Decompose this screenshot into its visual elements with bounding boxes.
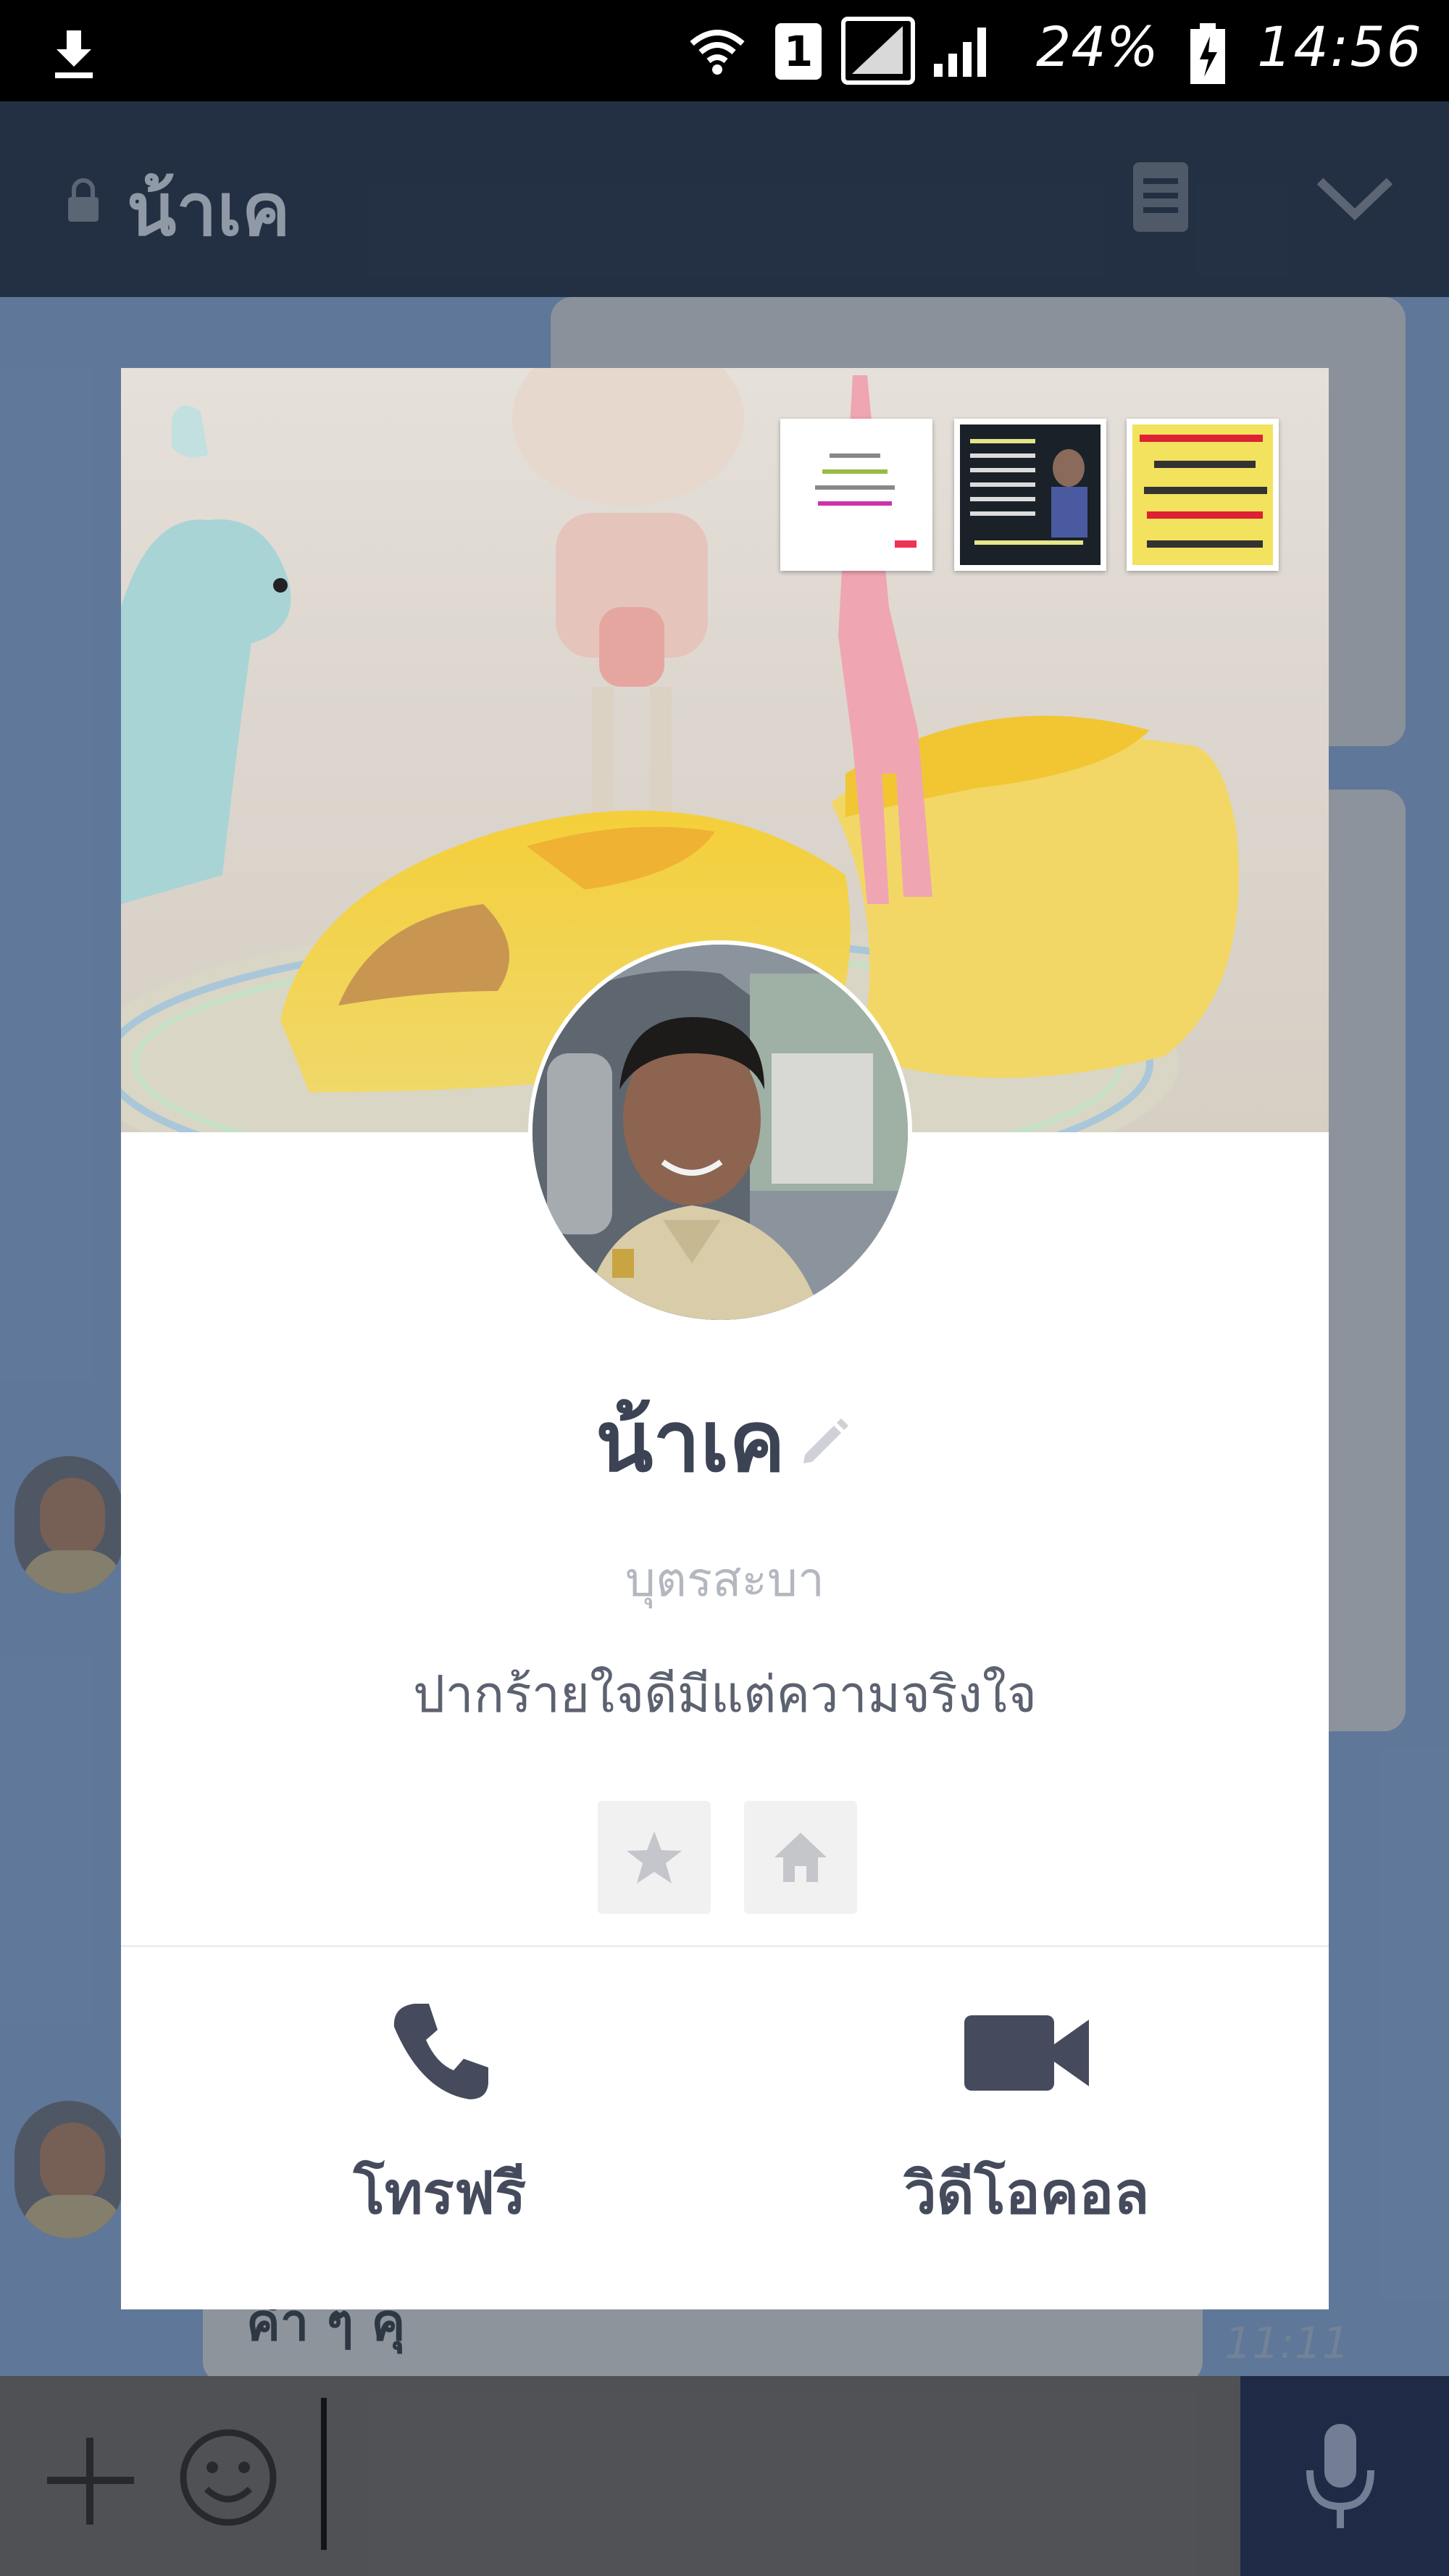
home-icon xyxy=(774,1833,827,1882)
battery-percent: 24% xyxy=(1036,14,1158,79)
profile-name: น้าเค xyxy=(596,1393,785,1491)
star-icon xyxy=(627,1831,682,1883)
battery-charging-icon xyxy=(1190,23,1225,84)
wifi-icon xyxy=(690,30,745,75)
profile-bio: ปากร้ายใจดีมีแต่ความจริงใจ xyxy=(413,1665,1037,1724)
video-call-button[interactable]: วิดีโอคอล xyxy=(802,1998,1251,2237)
cover-thumbnail[interactable] xyxy=(1127,419,1279,571)
divider xyxy=(121,1945,1329,1947)
sim-slot-indicator: 1 xyxy=(775,23,822,80)
phone-icon xyxy=(393,2004,488,2099)
free-call-label: โทรฟรี xyxy=(353,2159,527,2227)
download-icon xyxy=(55,30,93,78)
profile-status-message: บุตรสะบา xyxy=(625,1552,824,1607)
mobile-signal-icon xyxy=(841,17,915,85)
cover-thumbnail[interactable] xyxy=(954,419,1106,571)
cover-thumbnail[interactable] xyxy=(780,419,932,571)
video-call-label: วิดีโอคอล xyxy=(903,2159,1150,2227)
free-call-button[interactable]: โทรฟรี xyxy=(215,1998,664,2237)
profile-avatar[interactable] xyxy=(528,940,912,1324)
profile-name-row: น้าเค xyxy=(121,1375,1329,1491)
video-camera-icon xyxy=(964,2015,1089,2091)
status-bar: 1 24% 14:56 xyxy=(0,0,1449,101)
profile-card: น้าเค บุตรสะบา ปากร้ายใจดีมีแต่ความจริงใ… xyxy=(121,368,1329,2309)
favorite-button[interactable] xyxy=(598,1801,711,1914)
clock: 14:56 xyxy=(1257,14,1424,79)
home-button[interactable] xyxy=(744,1801,857,1914)
edit-pencil-icon[interactable] xyxy=(796,1413,854,1471)
signal-bars-icon xyxy=(934,28,986,77)
